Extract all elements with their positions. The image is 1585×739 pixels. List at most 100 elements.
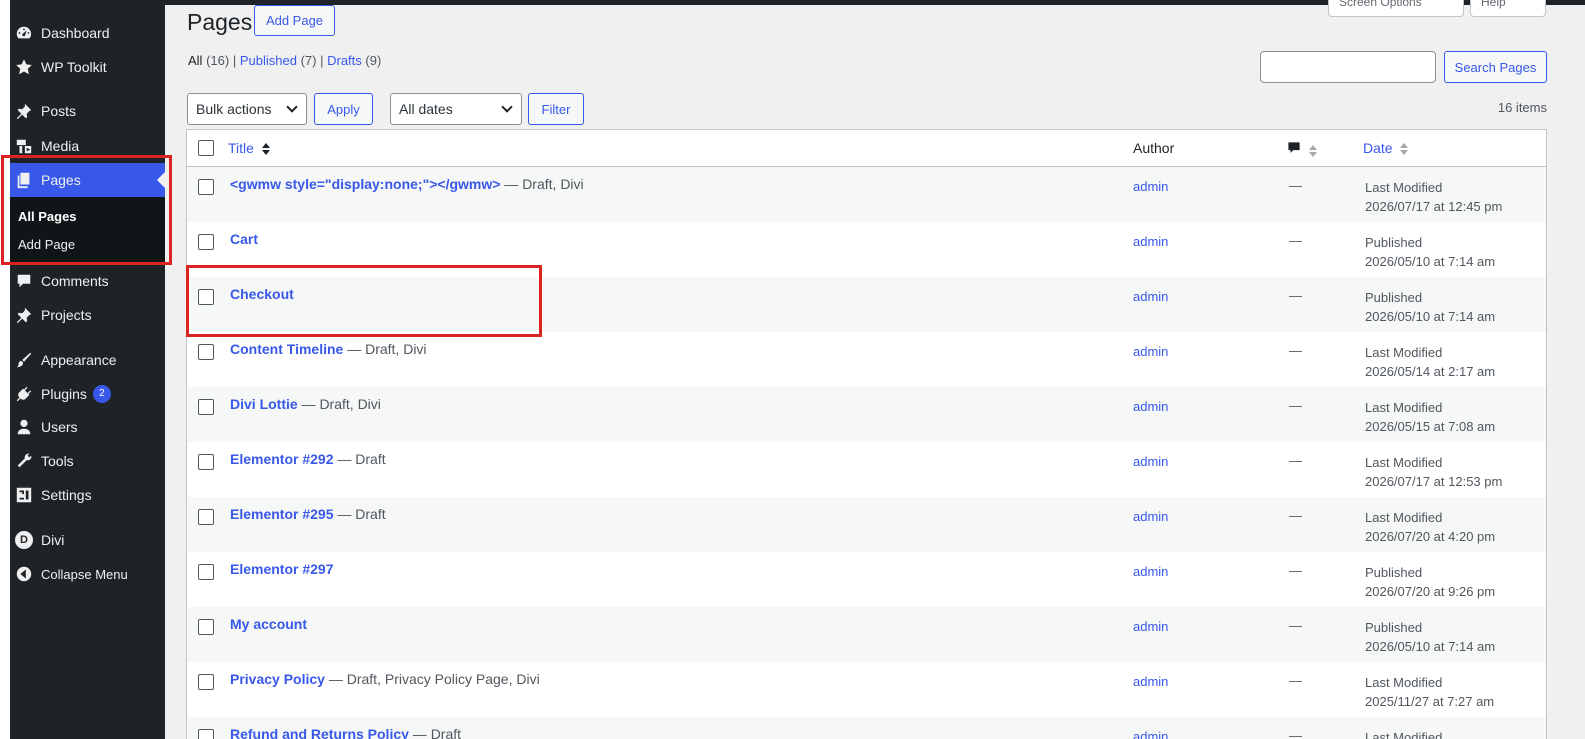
page-title-link[interactable]: Privacy Policy: [230, 671, 325, 687]
publish-date: 2026/07/17 at 12:53 pm: [1365, 474, 1503, 489]
sidebar-item-label: WP Toolkit: [41, 59, 107, 75]
page-title-link[interactable]: Elementor #295: [230, 506, 334, 522]
author-link[interactable]: admin: [1133, 619, 1168, 634]
row-checkbox[interactable]: [198, 509, 214, 525]
sidebar-item-divi[interactable]: D Divi: [10, 523, 165, 557]
page-title-link[interactable]: My account: [230, 616, 307, 632]
sidebar-item-media[interactable]: Media: [10, 129, 165, 163]
sidebar-item-appearance[interactable]: Appearance: [10, 343, 165, 377]
sidebar-item-settings[interactable]: Settings: [10, 478, 165, 512]
help-button[interactable]: Help: [1470, 0, 1546, 17]
row-checkbox[interactable]: [198, 729, 214, 739]
row-checkbox[interactable]: [198, 674, 214, 690]
filter-drafts[interactable]: Drafts: [327, 53, 362, 68]
publish-date: 2026/07/20 at 9:26 pm: [1365, 584, 1496, 599]
date-column-sort[interactable]: Date: [1363, 140, 1393, 156]
filter-published[interactable]: Published: [240, 53, 297, 68]
wrench-icon: [14, 451, 34, 471]
author-link[interactable]: admin: [1133, 509, 1168, 524]
row-checkbox[interactable]: [198, 289, 214, 305]
page-title-link[interactable]: Elementor #292: [230, 451, 334, 467]
page-title-link[interactable]: Cart: [230, 231, 258, 247]
author-link[interactable]: admin: [1133, 729, 1168, 739]
page-title-link[interactable]: Divi Lottie: [230, 396, 298, 412]
publish-status: Last Modified: [1365, 180, 1443, 195]
row-checkbox[interactable]: [198, 454, 214, 470]
sidebar-item-dashboard[interactable]: Dashboard: [10, 16, 165, 50]
row-checkbox[interactable]: [198, 619, 214, 635]
page-title-link[interactable]: Checkout: [230, 286, 294, 302]
user-icon: [14, 417, 34, 437]
apply-button[interactable]: Apply: [314, 93, 373, 125]
pin-icon: [14, 101, 34, 121]
comment-count: —: [1289, 343, 1302, 358]
pages-table: Title Author Date <gwmw style="display:n…: [186, 129, 1547, 739]
row-checkbox[interactable]: [198, 564, 214, 580]
brush-icon: [14, 350, 34, 370]
page-title-link[interactable]: Refund and Returns Policy: [230, 726, 409, 739]
author-link[interactable]: admin: [1133, 234, 1168, 249]
left-margin: [0, 0, 10, 739]
author-link[interactable]: admin: [1133, 674, 1168, 689]
publish-status: Last Modified: [1365, 345, 1443, 360]
bulk-actions-select[interactable]: Bulk actions: [187, 93, 307, 125]
comment-count: —: [1289, 178, 1302, 193]
author-link[interactable]: admin: [1133, 564, 1168, 579]
table-body: <gwmw style="display:none;"></gwmw> — Dr…: [187, 167, 1546, 739]
comment-count: —: [1289, 288, 1302, 303]
sidebar-item-label: Media: [41, 138, 80, 154]
filter-all[interactable]: All: [188, 53, 202, 68]
submenu-all-pages[interactable]: All Pages: [18, 209, 77, 224]
collapse-menu-button[interactable]: Collapse Menu: [10, 557, 165, 591]
star-icon: [14, 57, 34, 77]
author-link[interactable]: admin: [1133, 179, 1168, 194]
select-all-checkbox[interactable]: [198, 140, 214, 156]
screen-options-button[interactable]: Screen Options: [1328, 0, 1464, 17]
title-column-sort[interactable]: Title: [228, 140, 254, 156]
filter-button[interactable]: Filter: [528, 93, 584, 125]
dashboard-icon: [14, 23, 34, 43]
sidebar-item-wp-toolkit[interactable]: WP Toolkit: [10, 50, 165, 84]
comment-icon: [14, 271, 34, 291]
author-column-header: Author: [1133, 140, 1175, 156]
author-link[interactable]: admin: [1133, 454, 1168, 469]
sidebar-item-plugins[interactable]: Plugins 2: [10, 377, 165, 411]
author-link[interactable]: admin: [1133, 399, 1168, 414]
sidebar-item-users[interactable]: Users: [10, 410, 165, 444]
sidebar-item-pages[interactable]: Pages: [10, 163, 165, 197]
sidebar-item-projects[interactable]: Projects: [10, 298, 165, 332]
search-pages-button[interactable]: Search Pages: [1444, 51, 1547, 83]
row-checkbox[interactable]: [198, 344, 214, 360]
page-state: — Draft: [408, 726, 462, 739]
submenu-add-page[interactable]: Add Page: [18, 237, 75, 252]
table-row: My account admin — Published 2026/05/10 at 7…: [187, 607, 1546, 662]
sidebar-item-posts[interactable]: Posts: [10, 94, 165, 128]
row-checkbox[interactable]: [198, 234, 214, 250]
date-filter-select[interactable]: All dates: [390, 93, 522, 125]
page-title: Pages: [187, 9, 253, 35]
add-page-button[interactable]: Add Page: [254, 5, 335, 36]
author-link[interactable]: admin: [1133, 344, 1168, 359]
publish-date: 2026/07/17 at 12:45 pm: [1365, 199, 1503, 214]
table-row: Content Timeline — Draft, Divi admin — Last…: [187, 332, 1546, 387]
sidebar-item-tools[interactable]: Tools: [10, 444, 165, 478]
comments-column-header[interactable]: [1287, 141, 1317, 158]
author-link[interactable]: admin: [1133, 289, 1168, 304]
sidebar-item-comments[interactable]: Comments: [10, 264, 165, 298]
publish-status: Published: [1365, 290, 1423, 305]
table-row: Elementor #295 — Draft admin — Last Modifie…: [187, 497, 1546, 552]
table-row: Elementor #292 — Draft admin — Last Modifie…: [187, 442, 1546, 497]
search-input[interactable]: [1260, 51, 1436, 83]
page-title-link[interactable]: Elementor #297: [230, 561, 334, 577]
publish-date: 2026/05/14 at 2:17 am: [1365, 364, 1496, 379]
page-title-link[interactable]: Content Timeline: [230, 341, 343, 357]
sidebar-item-label: Divi: [41, 532, 65, 548]
page-state: — Draft, Privacy Policy Page, Divi: [324, 671, 540, 687]
page-title-link[interactable]: <gwmw style="display:none;"></gwmw>: [230, 176, 500, 192]
comment-count: —: [1289, 398, 1302, 413]
page-state: — Draft, Divi: [343, 341, 427, 357]
sidebar-item-label: Tools: [41, 453, 74, 469]
row-checkbox[interactable]: [198, 399, 214, 415]
row-checkbox[interactable]: [198, 179, 214, 195]
publish-status: Last Modified: [1365, 400, 1443, 415]
